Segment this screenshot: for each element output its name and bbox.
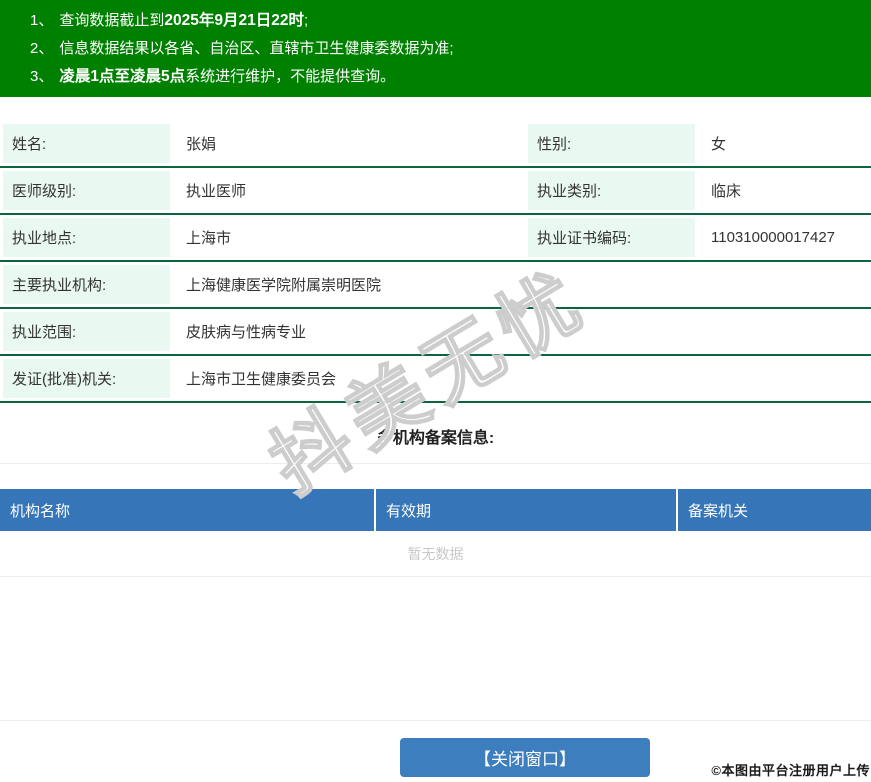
field-label-level: 医师级别: [3, 171, 170, 210]
table-row: 姓名: 张娟 性别: 女 [0, 121, 871, 168]
notice-line-2: 2、 信息数据结果以各省、自治区、直辖市卫生健康委数据为准; [30, 35, 861, 63]
column-header-org-name: 机构名称 [10, 502, 71, 520]
empty-data-message: 暂无数据 [0, 531, 871, 577]
multi-org-section: 多机构备案信息: 机构名称 有效期 备案机关 暂无数据 [0, 403, 871, 577]
divider [0, 463, 871, 464]
notice-bold-text: 凌晨1点至凌晨5点 [59, 68, 186, 85]
field-label-cert-no: 执业证书编码: [528, 218, 695, 257]
field-label-category: 执业类别: [528, 171, 695, 210]
field-label-main-org: 主要执业机构: [3, 265, 170, 304]
field-label-issuer: 发证(批准)机关: [3, 359, 170, 398]
notice-text: 查询数据截止到 [59, 12, 165, 29]
practitioner-info-table: 姓名: 张娟 性别: 女 医师级别: 执业医师 执业类别: 临床 执业地点: 上… [0, 121, 871, 403]
notice-line-1: 1、 查询数据截止到2025年9月21日22时; [30, 7, 861, 35]
table-row: 医师级别: 执业医师 执业类别: 临床 [0, 168, 871, 215]
field-value-location: 上海市 [186, 230, 232, 247]
field-value-level: 执业医师 [186, 183, 247, 200]
field-label-name: 姓名: [3, 124, 170, 163]
notice-line-number: 2、 [30, 40, 54, 57]
notice-text: ; [303, 12, 309, 29]
org-table-header-row: 机构名称 有效期 备案机关 [0, 489, 871, 531]
table-row: 执业范围: 皮肤病与性病专业 [0, 309, 871, 356]
field-value-name: 张娟 [186, 136, 217, 153]
section-title: 多机构备案信息: [376, 430, 495, 447]
notice-line-number: 3、 [30, 68, 54, 85]
close-window-button[interactable]: 【关闭窗口】 [400, 738, 650, 777]
column-header-filing-authority: 备案机关 [676, 489, 871, 531]
notice-bold-text: 2025年9月21日22时 [164, 12, 304, 29]
notice-line-number: 1、 [30, 12, 54, 29]
table-row: 主要执业机构: 上海健康医学院附属崇明医院 [0, 262, 871, 309]
field-label-location: 执业地点: [3, 218, 170, 257]
field-label-scope: 执业范围: [3, 312, 170, 351]
table-row: 执业地点: 上海市 执业证书编码: 110310000017427 [0, 215, 871, 262]
field-value-cert-no: 110310000017427 [711, 229, 836, 246]
notice-text: 系统进行维护，不能提供查询。 [185, 68, 396, 85]
field-value-gender: 女 [711, 136, 727, 153]
table-row: 发证(批准)机关: 上海市卫生健康委员会 [0, 356, 871, 403]
uploader-credit-watermark: ©本图由平台注册用户上传 [711, 763, 870, 778]
field-value-category: 临床 [711, 183, 742, 200]
field-label-gender: 性别: [528, 124, 695, 163]
notice-text: 信息数据结果以各省、自治区、直辖市卫生健康委数据为准; [59, 40, 454, 57]
field-value-issuer: 上海市卫生健康委员会 [186, 371, 337, 388]
notice-line-3: 3、 凌晨1点至凌晨5点系统进行维护，不能提供查询。 [30, 63, 861, 91]
field-value-main-org: 上海健康医学院附属崇明医院 [186, 277, 382, 294]
column-header-validity: 有效期 [374, 489, 676, 531]
field-value-scope: 皮肤病与性病专业 [186, 324, 307, 341]
notice-banner: 1、 查询数据截止到2025年9月21日22时; 2、 信息数据结果以各省、自治区、… [0, 0, 871, 97]
